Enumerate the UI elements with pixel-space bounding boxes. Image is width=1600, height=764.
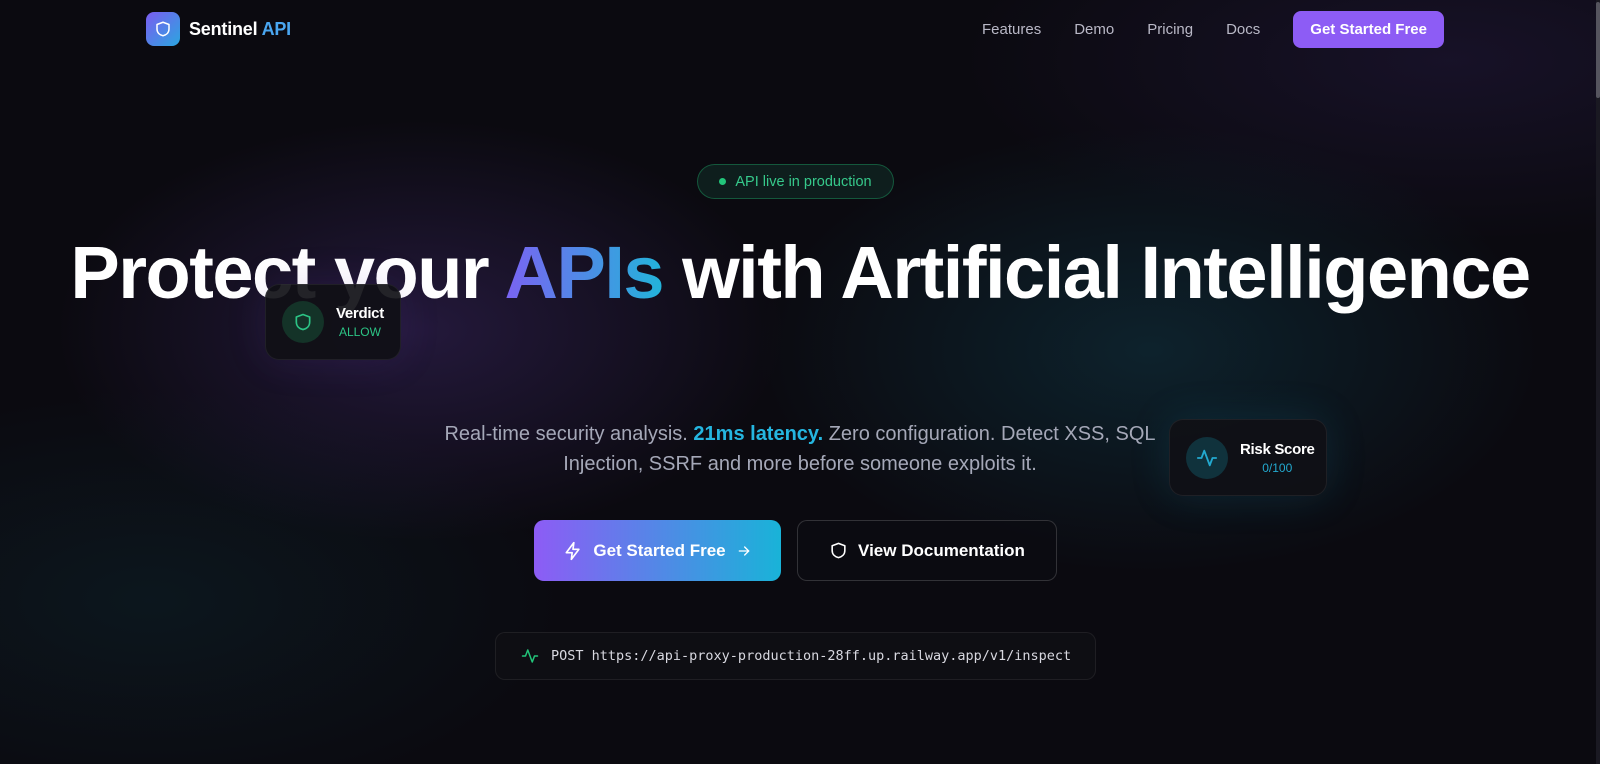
nav-links: Features Demo Pricing Docs Get Started F… <box>949 10 1444 48</box>
verdict-icon-ring <box>282 301 324 343</box>
hero-subtitle: Real-time security analysis. 21ms latenc… <box>444 423 1156 475</box>
hero-headline: Protect your APIs with Artificial Intell… <box>70 231 1531 314</box>
nav-link-features[interactable]: Features <box>982 21 1041 38</box>
headline-highlight: APIs <box>504 231 665 314</box>
lightning-icon <box>565 541 581 560</box>
nav-link-pricing[interactable]: Pricing <box>1147 21 1193 38</box>
endpoint-box: POST https://api-proxy-production-28ff.u… <box>495 632 1096 680</box>
verdict-title: Verdict <box>336 305 384 322</box>
risk-icon-ring <box>1186 436 1228 479</box>
scrollbar-thumb[interactable] <box>1596 2 1600 98</box>
risk-score-value: 0/100 <box>1262 460 1293 475</box>
verdict-card: Verdict ALLOW <box>265 284 401 360</box>
top-nav: Sentinel API Features Demo Pricing Docs … <box>146 10 1444 48</box>
endpoint-url: POST https://api-proxy-production-28ff.u… <box>551 648 1072 664</box>
view-documentation-button[interactable]: View Documentation <box>797 520 1057 581</box>
latency-highlight: 21ms latency. <box>693 423 824 445</box>
verdict-value: ALLOW <box>338 325 381 339</box>
scrollbar[interactable] <box>1596 0 1600 764</box>
risk-score-title: Risk Score <box>1240 440 1315 458</box>
view-documentation-label: View Documentation <box>858 540 1025 560</box>
nav-link-docs[interactable]: Docs <box>1226 21 1260 38</box>
shield-icon <box>295 313 311 331</box>
live-dot-icon <box>719 178 727 185</box>
nav-link-demo[interactable]: Demo <box>1074 21 1114 38</box>
get-started-button[interactable]: Get Started Free <box>534 520 781 581</box>
activity-icon <box>1196 449 1218 466</box>
status-badge-label: API live in production <box>735 173 872 190</box>
shield-icon <box>156 21 170 37</box>
nav-get-started-button[interactable]: Get Started Free <box>1293 10 1444 48</box>
arrow-right-icon <box>738 545 749 556</box>
brand-logo <box>146 12 180 46</box>
brand[interactable]: Sentinel API <box>146 12 291 46</box>
status-badge: API live in production <box>697 164 894 199</box>
risk-score-card: Risk Score 0/100 <box>1169 419 1327 496</box>
activity-icon <box>521 649 539 663</box>
get-started-label: Get Started Free <box>593 540 726 560</box>
shield-icon <box>831 542 846 559</box>
brand-name: Sentinel API <box>189 18 291 39</box>
